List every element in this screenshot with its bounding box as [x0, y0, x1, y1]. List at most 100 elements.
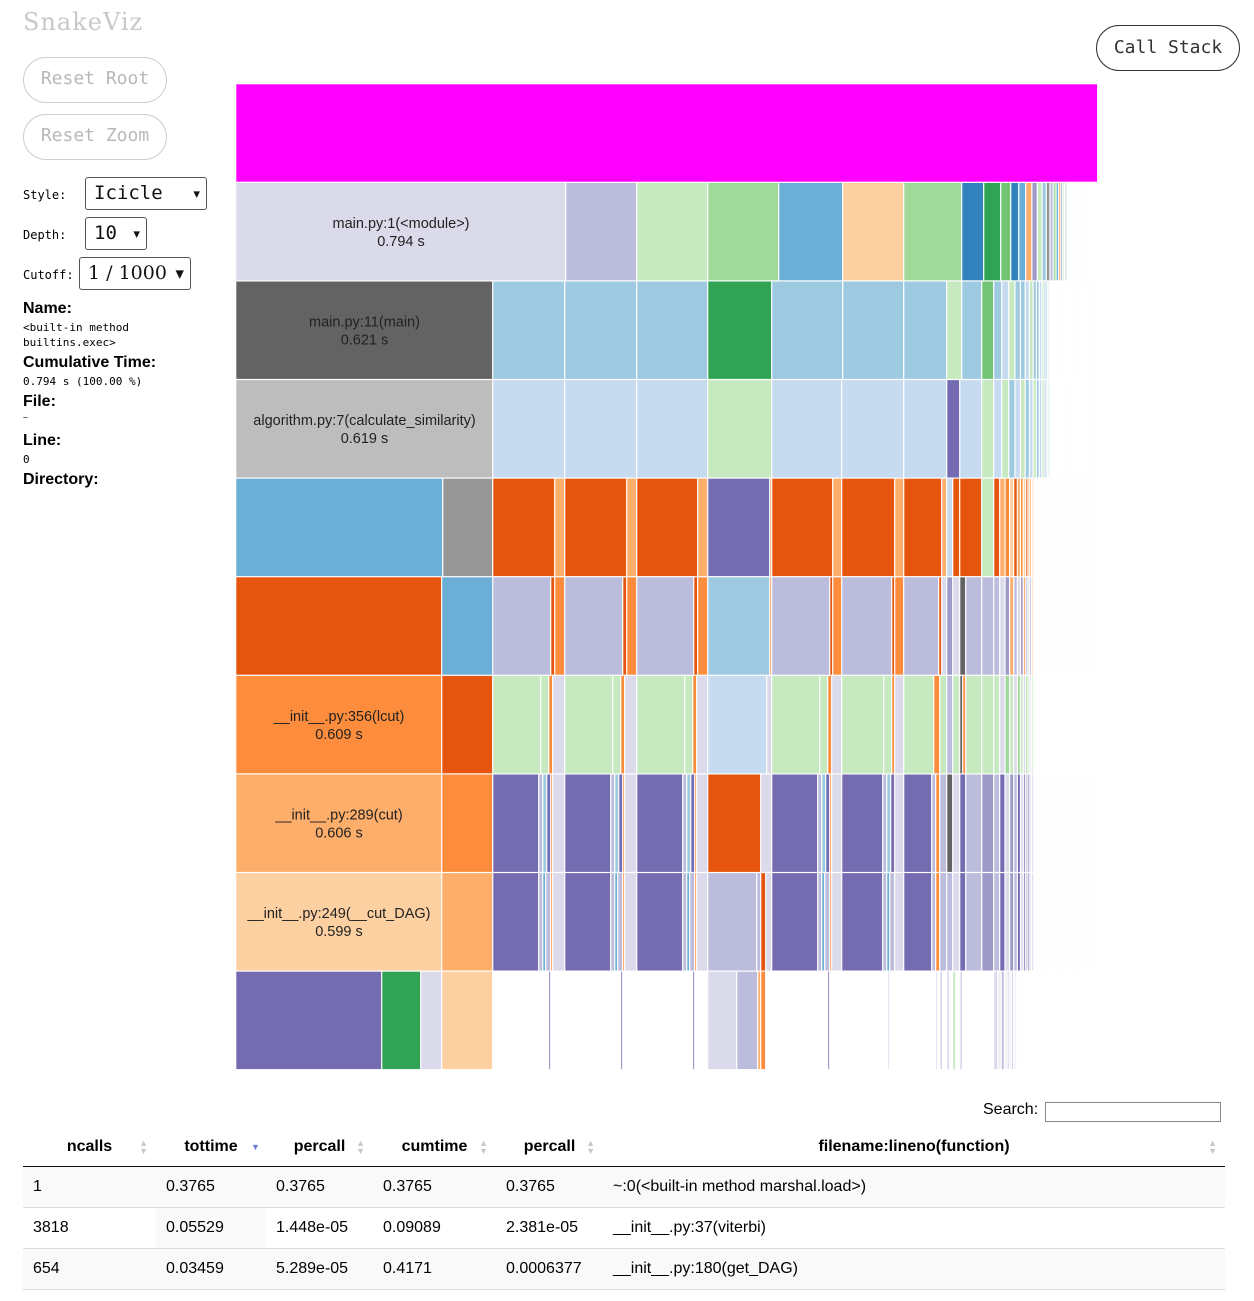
flame-node-small[interactable] [1007, 971, 1010, 1070]
flame-node-small[interactable] [1001, 379, 1009, 479]
flame-node-small[interactable] [1009, 576, 1014, 676]
flame-node[interactable] [832, 576, 842, 676]
flame-node[interactable] [420, 971, 442, 1070]
flame-node[interactable] [959, 675, 963, 774]
flame-node-small[interactable] [1033, 280, 1037, 380]
flame-node[interactable] [832, 478, 842, 577]
flame-node-small[interactable] [1009, 971, 1012, 1070]
flame-node[interactable] [841, 379, 904, 479]
flame-node[interactable] [931, 872, 936, 972]
flame-node[interactable] [550, 872, 553, 972]
flame-node[interactable] [981, 280, 994, 380]
flame-node[interactable] [946, 773, 953, 873]
flame-node[interactable] [550, 576, 555, 676]
flame-node-small[interactable] [1009, 478, 1014, 577]
flame-node[interactable] [965, 773, 982, 873]
flame-node[interactable] [707, 872, 757, 972]
flame-node[interactable] [564, 773, 611, 873]
flame-node-small[interactable] [1032, 675, 1035, 774]
flame-node[interactable] [965, 576, 982, 676]
flame-node[interactable] [771, 773, 818, 873]
flame-node-small[interactable] [1027, 478, 1030, 577]
column-header-0[interactable]: ncalls ▲ ▼ [23, 1128, 156, 1167]
flame-node[interactable] [552, 773, 565, 873]
flame-node-small[interactable] [1047, 280, 1050, 380]
flame-node[interactable] [707, 971, 737, 1070]
flame-node[interactable] [548, 675, 553, 774]
flame-node-small[interactable] [1016, 971, 1018, 1070]
flame-node[interactable] [935, 773, 940, 873]
flame-node-small[interactable] [1031, 478, 1033, 577]
flame-node-small[interactable] [993, 773, 1000, 873]
flame-node-small[interactable] [1045, 280, 1048, 380]
flame-node[interactable] [442, 478, 493, 577]
flame-node-small[interactable] [1039, 280, 1042, 380]
flame-node[interactable] [894, 872, 904, 972]
flame-node[interactable] [778, 182, 843, 281]
flame-node[interactable] [614, 872, 618, 972]
flame-node[interactable] [554, 478, 565, 577]
flame-node[interactable] [757, 971, 761, 1070]
column-header-4[interactable]: percall ▲ ▼ [496, 1128, 603, 1167]
flame-node[interactable] [492, 872, 539, 972]
flame-node[interactable] [564, 872, 611, 972]
flame-node[interactable] [1010, 182, 1019, 281]
flame-node[interactable] [841, 576, 892, 676]
flame-node[interactable] [981, 872, 994, 972]
flame-node[interactable] [617, 872, 623, 972]
flame-node[interactable] [817, 773, 822, 873]
flame-node-small[interactable] [1014, 379, 1021, 479]
flame-node[interactable] [684, 675, 693, 774]
flame-node[interactable] [981, 379, 994, 479]
flame-node-small[interactable] [1029, 872, 1032, 972]
flame-node-small[interactable] [1033, 379, 1037, 479]
flame-node[interactable] [620, 675, 625, 774]
flame-node[interactable] [769, 478, 772, 577]
flame-node[interactable] [771, 379, 842, 479]
flame-node[interactable] [771, 478, 833, 577]
flame-node[interactable] [933, 675, 940, 774]
flame-node-small[interactable] [1025, 478, 1028, 577]
flame-node-small[interactable] [1004, 675, 1010, 774]
flame-node-small[interactable] [1011, 971, 1014, 1070]
flame-node[interactable] [961, 182, 984, 281]
flame-node-small[interactable] [1027, 576, 1030, 676]
flame-node[interactable] [931, 773, 936, 873]
flame-node[interactable] [939, 675, 947, 774]
flame-node[interactable] [622, 872, 625, 972]
flame-node-small[interactable] [1023, 478, 1026, 577]
flame-node[interactable] [610, 872, 615, 972]
flame-node[interactable] [696, 675, 708, 774]
flame-node[interactable] [903, 576, 939, 676]
flame-node-small[interactable] [1013, 478, 1018, 577]
flame-node[interactable] [689, 872, 695, 972]
flame-node[interactable] [612, 675, 621, 774]
flame-node-small[interactable] [1053, 182, 1057, 281]
flame-node-small[interactable] [1020, 872, 1024, 972]
flame-node-small[interactable] [1041, 379, 1045, 479]
column-header-2[interactable]: percall ▲ ▼ [266, 1128, 373, 1167]
flame-node-small[interactable] [1029, 773, 1032, 873]
flame-node-small[interactable] [999, 773, 1005, 873]
flame-node-small[interactable] [1013, 872, 1018, 972]
flame-node[interactable] [620, 971, 623, 1070]
flame-node-small[interactable] [1045, 379, 1048, 479]
flame-node[interactable] [841, 872, 883, 972]
flame-node[interactable] [636, 280, 708, 380]
flame-node[interactable] [935, 971, 938, 1070]
flame-node[interactable] [903, 280, 947, 380]
flame-node[interactable] [707, 182, 779, 281]
flame-node[interactable] [959, 872, 966, 972]
flame-node[interactable] [545, 872, 551, 972]
flame-node-small[interactable] [1004, 773, 1010, 873]
flame-node[interactable] [939, 872, 947, 972]
flame-node-small[interactable] [1017, 478, 1021, 577]
flame-node[interactable] [441, 773, 493, 873]
flame-node[interactable] [771, 872, 818, 972]
flame-node[interactable] [756, 872, 761, 972]
flame-node[interactable] [965, 872, 982, 972]
reset-zoom-button[interactable]: Reset Zoom [23, 114, 167, 160]
flame-node[interactable] [891, 576, 895, 676]
flame-node[interactable] [707, 773, 761, 873]
flame-node-small[interactable] [1031, 773, 1033, 873]
